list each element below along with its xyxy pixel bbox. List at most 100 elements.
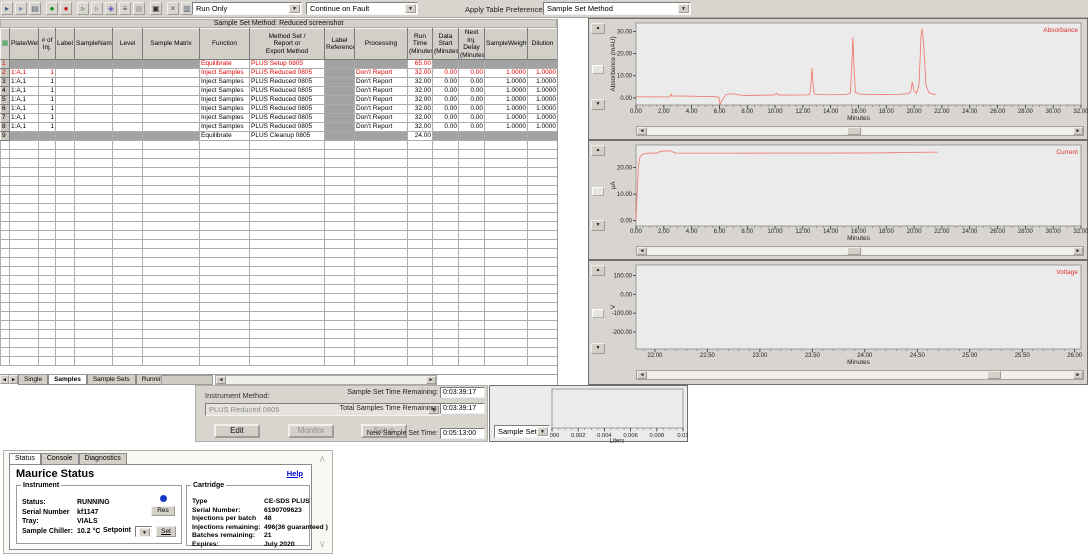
table-cell[interactable]	[38, 338, 56, 348]
table-cell[interactable]	[249, 356, 325, 366]
edit-button[interactable]: Edit	[214, 424, 260, 438]
table-cell[interactable]	[112, 176, 143, 186]
table-cell[interactable]	[324, 275, 355, 285]
table-cell[interactable]	[249, 293, 325, 303]
table-cell[interactable]	[142, 356, 200, 366]
chart-hscrollbar[interactable]: ◄ ►	[636, 370, 1084, 380]
table-cell[interactable]	[112, 59, 143, 69]
table-cell[interactable]	[9, 176, 39, 186]
table-cell[interactable]	[0, 167, 10, 177]
table-cell[interactable]	[38, 194, 56, 204]
table-cell[interactable]	[458, 347, 485, 357]
table-cell[interactable]	[55, 113, 75, 123]
table-cell[interactable]	[9, 275, 39, 285]
table-cell[interactable]	[324, 104, 355, 114]
table-cell[interactable]	[324, 158, 355, 168]
table-cell[interactable]	[458, 266, 485, 276]
scroll-right-icon[interactable]: ►	[1073, 247, 1083, 255]
table-cell[interactable]	[199, 266, 250, 276]
table-cell[interactable]	[55, 293, 75, 303]
table-cell[interactable]	[55, 347, 75, 357]
table-row[interactable]: 2 1:A,1 1 Inject Samples PLUS Reduced 0805 Do…	[0, 68, 557, 78]
table-cell[interactable]: 1.0000	[484, 86, 528, 96]
table-cell[interactable]	[249, 311, 325, 321]
table-cell[interactable]	[199, 356, 250, 366]
table-cell[interactable]	[9, 140, 39, 150]
table-cell[interactable]	[112, 356, 143, 366]
table-cell[interactable]	[74, 167, 113, 177]
table-cell[interactable]	[354, 131, 408, 141]
table-cell[interactable]	[249, 302, 325, 312]
table-cell[interactable]: 24.00	[407, 131, 433, 141]
res-button[interactable]: Res	[151, 506, 175, 516]
row-number-cell[interactable]: 1	[0, 59, 10, 69]
table-cell[interactable]	[354, 149, 408, 159]
chart-hscroll-thumb[interactable]	[847, 247, 862, 255]
table-cell[interactable]	[354, 239, 408, 249]
table-row[interactable]: 4 1:A,1 1 Inject Samples PLUS Reduced 0805 Do…	[0, 86, 557, 96]
scroll-right-icon[interactable]: ►	[1073, 371, 1083, 379]
table-cell[interactable]	[0, 257, 10, 267]
table-cell[interactable]: 1.0000	[527, 113, 557, 123]
table-cell[interactable]	[354, 302, 408, 312]
table-cell[interactable]	[199, 293, 250, 303]
table-cell[interactable]	[324, 77, 355, 87]
table-cell[interactable]	[0, 329, 10, 339]
scroll-left-icon[interactable]: ◄	[216, 376, 226, 384]
table-cell[interactable]	[354, 266, 408, 276]
table-cell[interactable]	[142, 338, 200, 348]
table-cell[interactable]	[324, 149, 355, 159]
column-header[interactable]: SampleName	[74, 28, 113, 60]
table-cell[interactable]	[324, 122, 355, 132]
table-cell[interactable]	[484, 203, 528, 213]
table-cell[interactable]	[527, 257, 557, 267]
table-cell[interactable]	[0, 158, 10, 168]
table-cell[interactable]	[324, 239, 355, 249]
table-cell[interactable]	[407, 329, 433, 339]
table-cell[interactable]	[9, 131, 39, 141]
row-number-cell[interactable]: 8	[0, 122, 10, 132]
table-cell[interactable]	[142, 59, 200, 69]
table-cell[interactable]: PLUS Setup 0805	[249, 59, 325, 69]
table-cell[interactable]	[484, 194, 528, 204]
table-cell[interactable]	[38, 257, 56, 267]
table-cell[interactable]	[38, 239, 56, 249]
table-cell[interactable]	[0, 347, 10, 357]
row-number-cell[interactable]: 7	[0, 113, 10, 123]
table-cell[interactable]	[0, 221, 10, 231]
table-cell[interactable]	[458, 221, 485, 231]
column-header[interactable]: Run Time (Minutes)	[407, 28, 433, 60]
table-cell[interactable]	[38, 158, 56, 168]
table-empty-row[interactable]	[0, 194, 557, 204]
table-cell[interactable]	[74, 149, 113, 159]
table-cell[interactable]	[199, 176, 250, 186]
table-cell[interactable]	[484, 248, 528, 258]
tab-status[interactable]: Status	[9, 453, 41, 464]
row-number-cell[interactable]: 5	[0, 95, 10, 105]
table-cell[interactable]	[458, 212, 485, 222]
table-empty-row[interactable]	[0, 338, 557, 348]
table-cell[interactable]	[432, 212, 459, 222]
table-cell[interactable]	[0, 320, 10, 330]
chevron-down-icon[interactable]: ▼	[678, 4, 689, 13]
table-cell[interactable]	[112, 320, 143, 330]
table-cell[interactable]	[142, 167, 200, 177]
table-cell[interactable]: 0.00	[432, 68, 459, 78]
table-cell[interactable]: 1	[38, 68, 56, 78]
table-cell[interactable]: Equilibrate	[199, 59, 250, 69]
table-cell[interactable]	[458, 194, 485, 204]
table-cell[interactable]	[112, 230, 143, 240]
table-cell[interactable]	[74, 302, 113, 312]
table-cell[interactable]	[249, 347, 325, 357]
table-cell[interactable]	[527, 59, 557, 69]
table-cell[interactable]	[458, 230, 485, 240]
table-cell[interactable]	[55, 221, 75, 231]
table-cell[interactable]	[199, 185, 250, 195]
table-cell[interactable]	[199, 338, 250, 348]
table-cell[interactable]	[249, 149, 325, 159]
table-cell[interactable]	[9, 338, 39, 348]
table-cell[interactable]	[55, 338, 75, 348]
table-cell[interactable]	[484, 140, 528, 150]
table-cell[interactable]	[527, 239, 557, 249]
table-cell[interactable]	[9, 248, 39, 258]
